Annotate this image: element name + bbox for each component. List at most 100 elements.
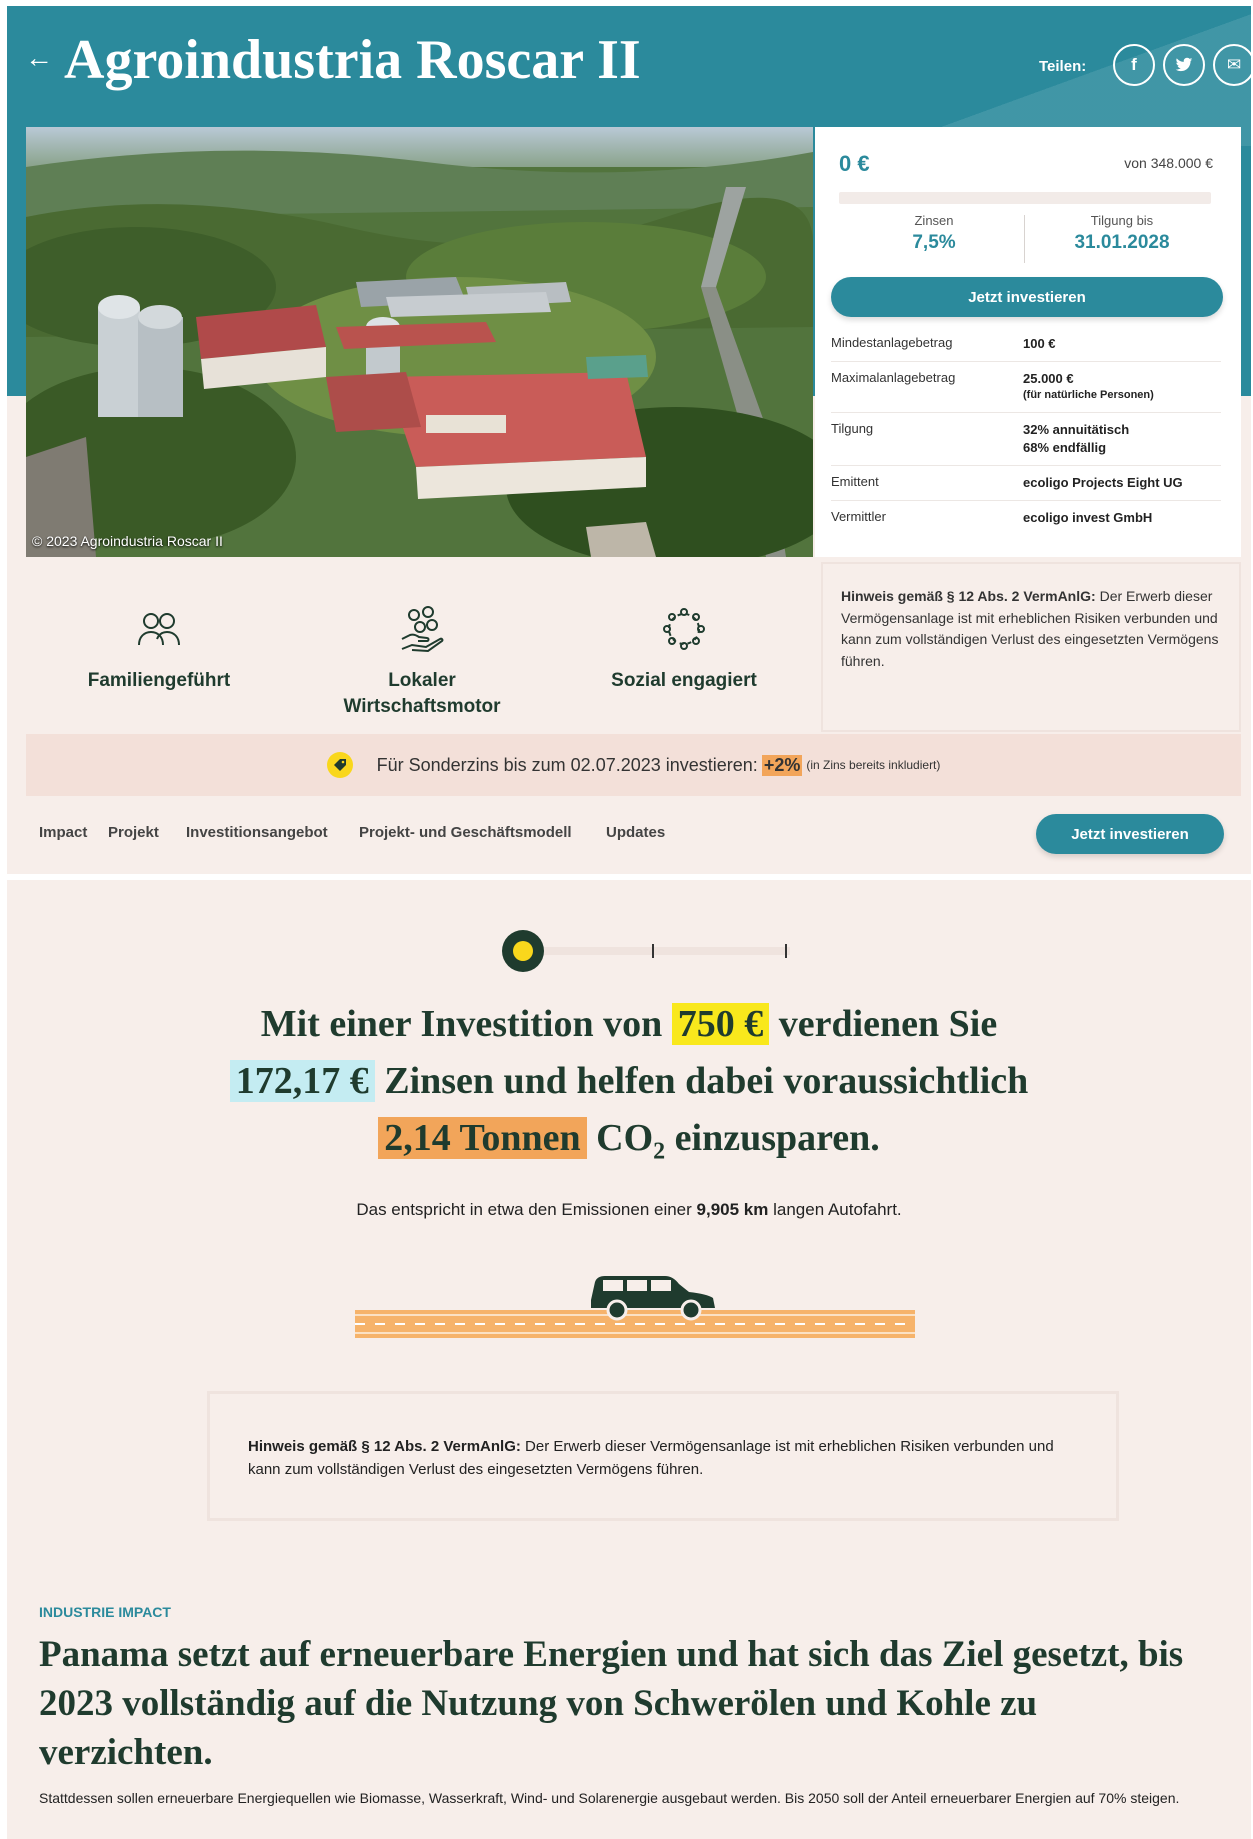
feature-family: Familiengeführt (29, 605, 289, 694)
funding-progress-bar (839, 192, 1211, 204)
feature-social: Sozial engagiert (554, 605, 814, 694)
page-title: Agroindustria Roscar II (64, 29, 641, 91)
interest-label: Zinsen (914, 213, 954, 228)
section-kicker: INDUSTRIE IMPACT (39, 1604, 171, 1620)
fact-value: 25.000 € (für natürliche Personen) (1023, 370, 1154, 404)
calc-text-2: verdienen Sie (778, 1003, 998, 1045)
features-row: Familiengeführt Lokaler Wirtschaftsmotor … (26, 557, 813, 733)
promo-text: Für Sonderzins bis zum 02.07.2023 invest… (376, 754, 758, 775)
slider-track[interactable] (520, 947, 790, 955)
feature-label-line1: Lokaler (388, 670, 456, 691)
slider-tick (785, 944, 787, 958)
tag-icon (326, 752, 353, 778)
co2-subscript: 2 (653, 1138, 666, 1165)
header: ← Agroindustria Roscar II Teilen: f ✉ (7, 6, 1251, 126)
fact-value-main: 25.000 € (1023, 371, 1074, 387)
impact-heading: Panama setzt auf erneuerbare Energien un… (39, 1634, 1184, 1773)
co2-label: CO (596, 1117, 654, 1159)
fact-row: Tilgung 32% annuitätisch 68% endfällig (831, 413, 1221, 467)
feature-label-line2: Wirtschaftsmotor (343, 695, 501, 717)
comparison-km: 9,905 km (696, 1200, 769, 1219)
fact-value: ecoligo Projects Eight UG (1023, 475, 1183, 491)
nav-item-projekt[interactable]: Projekt (108, 824, 159, 841)
aerial-photo-illustration (26, 127, 813, 557)
promo-note: (in Zins bereits inkludiert) (806, 758, 941, 772)
feature-label: Sozial engagiert (611, 670, 757, 691)
fact-key: Maximalanlagebetrag (831, 370, 956, 386)
co2-amount: 2,14 Tonnen (378, 1117, 587, 1159)
invest-button[interactable]: Jetzt investieren (831, 277, 1223, 317)
slider-handle[interactable] (502, 930, 544, 972)
family-icon (138, 613, 180, 646)
facts-list: Mindestanlagebetrag 100 € Maximalanlageb… (831, 327, 1221, 536)
notice-label: Hinweis gemäß § 12 Abs. 2 VermAnlG: (248, 1438, 521, 1455)
feature-label: Lokaler Wirtschaftsmotor (292, 668, 552, 719)
fact-value: ecoligo invest GmbH (1023, 510, 1153, 526)
fact-row: Vermittler ecoligo invest GmbH (831, 501, 1221, 535)
section-divider (7, 874, 1251, 880)
impact-calculation-text: Mit einer Investition von 750 € verdiene… (7, 996, 1251, 1181)
fact-value: 32% annuitätisch 68% endfällig (1023, 421, 1129, 457)
nav-item-updates[interactable]: Updates (606, 824, 665, 841)
fact-key: Vermittler (831, 509, 886, 525)
interest-amount: 172,17 € (229, 1060, 375, 1102)
economy-icon (401, 606, 444, 653)
investment-amount: 750 € (671, 1003, 770, 1045)
feature-economy: Lokaler Wirtschaftsmotor (292, 605, 552, 719)
project-photo: © 2023 Agroindustria Roscar II (26, 127, 813, 557)
funding-target: von 348.000 € (1124, 155, 1213, 171)
page: ← Agroindustria Roscar II Teilen: f ✉ © … (7, 6, 1251, 1839)
calc-text-5: einzusparen. (674, 1117, 880, 1159)
fact-row: Emittent ecoligo Projects Eight UG (831, 466, 1221, 502)
promo-bonus: +2% (761, 754, 803, 776)
nav-invest-button[interactable]: Jetzt investieren (1036, 814, 1224, 854)
impact-body: Stattdessen sollen erneuerbare Energiequ… (39, 1790, 1180, 1806)
fact-key: Emittent (831, 474, 879, 490)
calc-text-3: Zinsen und helfen dabei voraussichtlich (384, 1060, 1029, 1102)
risk-notice-side: Hinweis gemäß § 12 Abs. 2 VermAnlG: Der … (821, 562, 1241, 732)
feature-label: Familiengeführt (87, 670, 231, 691)
fact-value-main: 32% annuitätisch (1023, 421, 1130, 437)
road-illustration (355, 1264, 915, 1344)
fact-key: Tilgung (831, 420, 874, 436)
investment-panel: 0 € von 348.000 € Zinsen 7,5% Tilgung bi… (815, 127, 1241, 557)
nav-item-impact[interactable]: Impact (39, 824, 87, 841)
fact-value-note: 68% endfällig (1023, 439, 1107, 455)
interest-value: 7,5% (912, 232, 956, 253)
fact-row: Mindestanlagebetrag 100 € (831, 327, 1221, 363)
fact-row: Maximalanlagebetrag 25.000 € (für natürli… (831, 362, 1221, 413)
car-icon (355, 1276, 915, 1338)
twitter-icon (1175, 57, 1193, 72)
repayment-value: 31.01.2028 (1074, 232, 1170, 253)
emission-comparison: Das entspricht in etwa den Emissionen ei… (7, 1200, 1251, 1220)
share-label: Teilen: (1039, 58, 1087, 75)
mail-icon: ✉ (1226, 55, 1242, 74)
repayment-label: Tilgung bis (1090, 213, 1154, 228)
calc-text-4: CO2 (596, 1117, 665, 1165)
risk-notice: Hinweis gemäß § 12 Abs. 2 VermAnlG: Der … (207, 1391, 1119, 1521)
comparison-prefix: Das entspricht in etwa den Emissionen ei… (356, 1200, 692, 1219)
notice-label: Hinweis gemäß § 12 Abs. 2 VermAnlG: (841, 588, 1096, 604)
nav-item-investitionsangebot[interactable]: Investitionsangebot (186, 824, 328, 841)
fact-value: 100 € (1023, 336, 1056, 351)
nav-item-geschaeftsmodell[interactable]: Projekt- und Geschäftsmodell (359, 824, 572, 841)
investment-slider[interactable] (502, 930, 802, 972)
facebook-icon: f (1131, 55, 1137, 74)
promo-bar: Für Sonderzins bis zum 02.07.2023 invest… (26, 734, 1241, 796)
back-arrow-icon[interactable]: ← (25, 44, 53, 72)
calc-text-1: Mit einer Investition von (260, 1003, 663, 1045)
comparison-suffix: langen Autofahrt. (773, 1200, 902, 1219)
kpi-divider (1024, 215, 1025, 263)
repayment-kpi: Tilgung bis 31.01.2028 (1027, 213, 1217, 254)
fact-value-note: (für natürliche Personen) (1023, 389, 1154, 402)
interest-kpi: Zinsen 7,5% (839, 213, 1029, 254)
photo-credit: © 2023 Agroindustria Roscar II (32, 533, 223, 549)
slider-tick (652, 944, 654, 958)
fact-key: Mindestanlagebetrag (831, 335, 953, 350)
facebook-share-button[interactable]: f (1113, 44, 1155, 86)
section-nav: Impact Projekt Investitionsangebot Proje… (26, 796, 1241, 860)
twitter-share-button[interactable] (1163, 44, 1205, 86)
social-icon (663, 608, 705, 650)
funded-amount: 0 € (839, 151, 870, 176)
mail-share-button[interactable]: ✉ (1213, 44, 1251, 86)
